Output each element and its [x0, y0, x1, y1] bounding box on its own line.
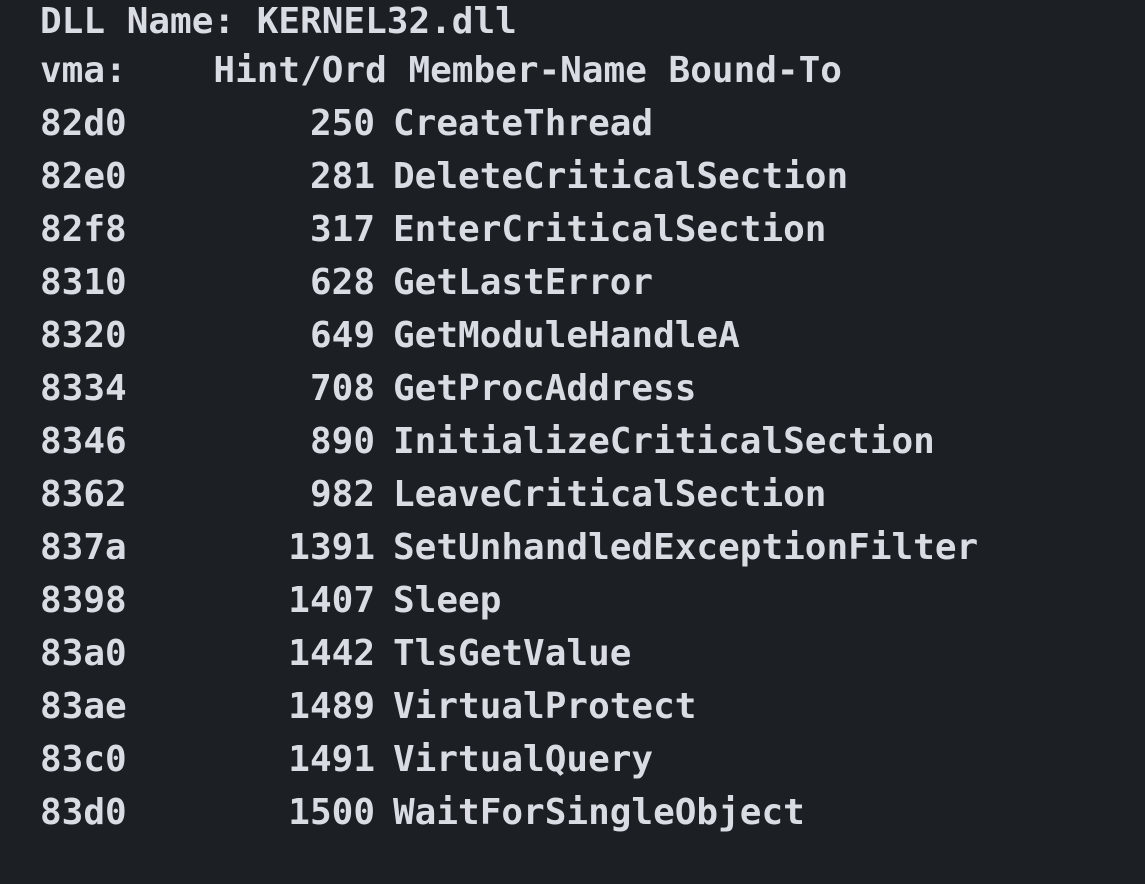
import-row: 82d0 250 CreateThread: [40, 97, 1145, 150]
vma-cell: 82e0: [40, 156, 127, 197]
vma-cell: 83c0: [40, 739, 127, 780]
hint-ord-cell: 281: [309, 156, 375, 197]
member-name-cell: EnterCriticalSection: [393, 209, 827, 250]
import-row: 8362 982 LeaveCriticalSection: [40, 468, 1145, 521]
hint-ord-cell: 628: [309, 262, 375, 303]
hint-ord-cell: 250: [309, 103, 375, 144]
import-row: 83a0 1442 TlsGetValue: [40, 627, 1145, 680]
import-row: 8310 628 GetLastError: [40, 256, 1145, 309]
member-name-cell: LeaveCriticalSection: [393, 474, 827, 515]
dll-name-line: DLL Name: KERNEL32.dll: [40, 1, 517, 42]
vma-cell: 8320: [40, 315, 127, 356]
member-name-cell: GetProcAddress: [393, 368, 697, 409]
column-header-line: vma: Hint/Ord Member-Name Bound-To: [40, 50, 842, 91]
hint-ord-cell: 1407: [288, 580, 375, 621]
vma-cell: 837a: [40, 527, 127, 568]
member-name-cell: WaitForSingleObject: [393, 792, 805, 833]
member-name-cell: TlsGetValue: [393, 633, 632, 674]
import-row: 83ae 1489 VirtualProtect: [40, 680, 1145, 733]
vma-cell: 82f8: [40, 209, 127, 250]
member-name-cell: DeleteCriticalSection: [393, 156, 849, 197]
import-row: 83c0 1491 VirtualQuery: [40, 733, 1145, 786]
vma-cell: 83a0: [40, 633, 127, 674]
hint-ord-cell: 1442: [288, 633, 375, 674]
member-name-cell: InitializeCriticalSection: [393, 421, 935, 462]
member-name-cell: GetLastError: [393, 262, 654, 303]
member-name-cell: Sleep: [393, 580, 502, 621]
terminal-output: DLL Name: KERNEL32.dll vma: Hint/Ord Mem…: [0, 0, 1145, 884]
member-name-cell: VirtualQuery: [393, 739, 654, 780]
hint-ord-cell: 708: [309, 368, 375, 409]
import-row: 8398 1407 Sleep: [40, 574, 1145, 627]
vma-cell: 82d0: [40, 103, 127, 144]
vma-cell: 83d0: [40, 792, 127, 833]
import-row: 8320 649 GetModuleHandleA: [40, 309, 1145, 362]
import-row: 8346 890 InitializeCriticalSection: [40, 415, 1145, 468]
hint-ord-cell: 1500: [288, 792, 375, 833]
member-name-cell: VirtualProtect: [393, 686, 697, 727]
hint-ord-cell: 982: [309, 474, 375, 515]
import-table: 82d0 250 CreateThread 82e0 281 DeleteCritical…: [40, 97, 1145, 839]
import-row: 83d0 1500 WaitForSingleObject: [40, 786, 1145, 839]
import-row: 8334 708 GetProcAddress: [40, 362, 1145, 415]
import-row: 82f8 317 EnterCriticalSection: [40, 203, 1145, 256]
hint-ord-cell: 1391: [288, 527, 375, 568]
vma-cell: 83ae: [40, 686, 127, 727]
member-name-cell: SetUnhandledExceptionFilter: [393, 527, 979, 568]
vma-cell: 8334: [40, 368, 127, 409]
member-name-cell: GetModuleHandleA: [393, 315, 740, 356]
hint-ord-cell: 890: [309, 421, 375, 462]
vma-cell: 8310: [40, 262, 127, 303]
vma-cell: 8398: [40, 580, 127, 621]
vma-cell: 8362: [40, 474, 127, 515]
hint-ord-cell: 649: [309, 315, 375, 356]
hint-ord-cell: 317: [309, 209, 375, 250]
member-name-cell: CreateThread: [393, 103, 654, 144]
import-row: 82e0 281 DeleteCriticalSection: [40, 150, 1145, 203]
import-row: 837a 1391 SetUnhandledExceptionFilter: [40, 521, 1145, 574]
hint-ord-cell: 1489: [288, 686, 375, 727]
vma-cell: 8346: [40, 421, 127, 462]
hint-ord-cell: 1491: [288, 739, 375, 780]
